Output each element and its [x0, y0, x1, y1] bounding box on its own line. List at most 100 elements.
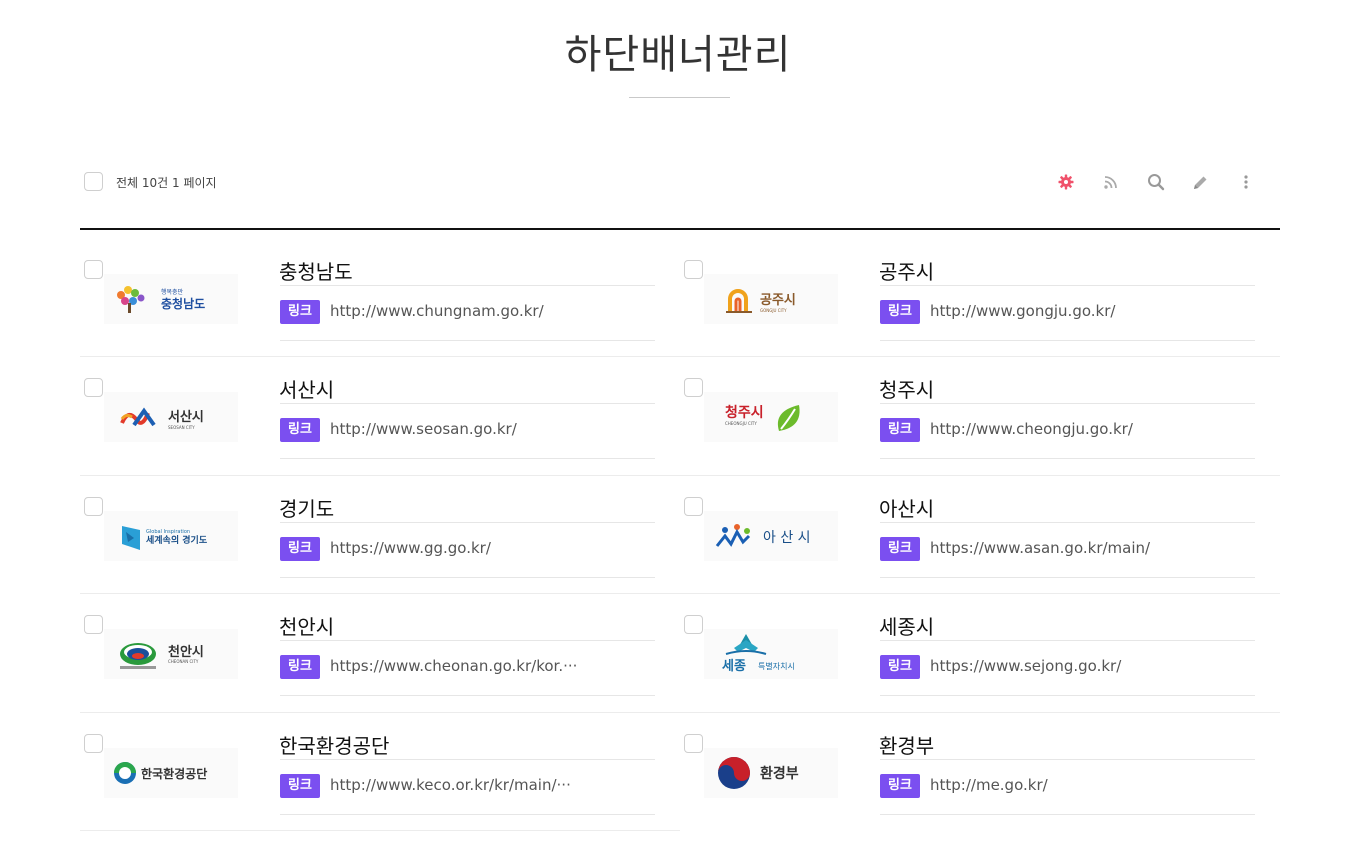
- gear-icon[interactable]: [1043, 170, 1088, 194]
- svg-text:SEOSAN CITY: SEOSAN CITY: [168, 425, 195, 430]
- flower-logo-icon: [117, 286, 145, 313]
- banner-logo[interactable]: 세종 특별자치시: [704, 629, 838, 679]
- banner-title[interactable]: 천안시: [279, 611, 334, 640]
- link-badge: 링크: [880, 418, 920, 442]
- banner-url[interactable]: https://www.cheonan.go.kr/kor.···: [330, 657, 577, 675]
- item-divider: [280, 695, 655, 696]
- banner-title[interactable]: 환경부: [879, 730, 934, 759]
- item-divider: [280, 577, 655, 578]
- svg-text:공주시: 공주시: [760, 293, 796, 308]
- title-underline: [280, 285, 655, 286]
- banner-title[interactable]: 공주시: [879, 256, 934, 285]
- taegeuk-logo-icon: [718, 757, 750, 789]
- item-checkbox[interactable]: [84, 734, 103, 753]
- banner-url[interactable]: https://www.gg.go.kr/: [330, 539, 491, 557]
- item-checkbox[interactable]: [84, 260, 103, 279]
- banner-title[interactable]: 아산시: [879, 493, 934, 522]
- svg-text:청주시: 청주시: [725, 405, 764, 421]
- banner-url[interactable]: http://me.go.kr/: [930, 776, 1048, 794]
- banner-title[interactable]: 세종시: [879, 611, 934, 640]
- item-divider: [280, 814, 655, 815]
- banner-logo[interactable]: 공주시 GONGJU CITY: [704, 274, 838, 324]
- item-checkbox[interactable]: [84, 378, 103, 397]
- link-badge: 링크: [880, 537, 920, 561]
- sejong-logo-icon: [725, 634, 767, 655]
- title-underline: [280, 759, 655, 760]
- svg-text:충청남도: 충청남도: [161, 296, 205, 311]
- item-divider: [880, 340, 1255, 341]
- item-divider: [280, 458, 655, 459]
- banner-item: 공주시 GONGJU CITY 공주시 링크 http://www.gongju…: [680, 230, 1280, 348]
- banner-item: 천안시 CHEONAN CITY 천안시 링크 https://www.cheo…: [80, 585, 680, 703]
- svg-text:환경부: 환경부: [760, 765, 799, 782]
- item-divider: [280, 340, 655, 341]
- banner-title[interactable]: 서산시: [279, 374, 334, 403]
- item-checkbox[interactable]: [684, 615, 703, 634]
- banner-title[interactable]: 한국환경공단: [279, 730, 389, 759]
- rss-icon[interactable]: [1088, 170, 1133, 194]
- banner-logo[interactable]: 환경부: [704, 748, 838, 798]
- item-divider: [880, 695, 1255, 696]
- leaf-logo-icon: [777, 405, 800, 431]
- banner-logo[interactable]: 아 산 시: [704, 511, 838, 561]
- item-checkbox[interactable]: [84, 497, 103, 516]
- row-divider: [80, 830, 680, 831]
- total-count-text: 전체 10건 1 페이지: [116, 176, 217, 190]
- banner-logo[interactable]: 행복충만 충청남도: [104, 274, 238, 324]
- item-divider: [880, 458, 1255, 459]
- banner-logo[interactable]: Global Inspiration 세계속의 경기도: [104, 511, 238, 561]
- asan-logo-icon: [715, 524, 751, 547]
- link-badge: 링크: [880, 300, 920, 324]
- svg-text:서산시: 서산시: [168, 409, 204, 425]
- banner-item: 환경부 환경부 링크 http://me.go.kr/: [680, 704, 1280, 822]
- banner-title[interactable]: 경기도: [279, 493, 334, 522]
- title-underline: [880, 403, 1255, 404]
- title-underline: [880, 640, 1255, 641]
- title-underline: [880, 522, 1255, 523]
- banner-logo[interactable]: 한국환경공단: [104, 748, 238, 798]
- search-icon[interactable]: [1133, 170, 1178, 194]
- banner-url[interactable]: http://www.keco.or.kr/kr/main/···: [330, 776, 571, 794]
- keco-logo-icon: [114, 762, 136, 784]
- page-title: 하단배너관리: [564, 32, 792, 78]
- link-badge: 링크: [880, 655, 920, 679]
- banner-title[interactable]: 청주시: [879, 374, 934, 403]
- banner-item: 세종 특별자치시 세종시 링크 https://www.sejong.go.kr…: [680, 585, 1280, 703]
- seosan-logo-icon: [120, 407, 156, 427]
- pencil-icon[interactable]: [1178, 170, 1223, 194]
- banner-logo[interactable]: 서산시 SEOSAN CITY: [104, 392, 238, 442]
- link-badge: 링크: [280, 537, 320, 561]
- svg-text:아 산 시: 아 산 시: [763, 530, 811, 546]
- svg-text:GONGJU CITY: GONGJU CITY: [760, 308, 787, 313]
- title-underline: [280, 640, 655, 641]
- banner-title[interactable]: 충청남도: [279, 256, 353, 285]
- banner-url[interactable]: http://www.seosan.go.kr/: [330, 420, 517, 438]
- banner-url[interactable]: https://www.sejong.go.kr/: [930, 657, 1121, 675]
- link-badge: 링크: [280, 655, 320, 679]
- banner-logo[interactable]: 청주시 CHEONGJU CITY: [704, 392, 838, 442]
- svg-text:CHEONGJU CITY: CHEONGJU CITY: [725, 421, 757, 426]
- toolbar-actions: [1043, 170, 1268, 194]
- item-checkbox[interactable]: [84, 615, 103, 634]
- banner-url[interactable]: https://www.asan.go.kr/main/: [930, 539, 1150, 557]
- banner-url[interactable]: http://www.chungnam.go.kr/: [330, 302, 544, 320]
- item-checkbox[interactable]: [684, 497, 703, 516]
- svg-text:Global Inspiration: Global Inspiration: [146, 529, 190, 535]
- item-checkbox[interactable]: [684, 734, 703, 753]
- banner-logo[interactable]: 천안시 CHEONAN CITY: [104, 629, 238, 679]
- banner-url[interactable]: http://www.cheongju.go.kr/: [930, 420, 1133, 438]
- title-divider: [629, 97, 730, 98]
- svg-text:특별자치시: 특별자치시: [758, 661, 795, 671]
- banner-url[interactable]: http://www.gongju.go.kr/: [930, 302, 1115, 320]
- banner-item: Global Inspiration 세계속의 경기도 경기도 링크 https…: [80, 467, 680, 585]
- banner-item: 청주시 CHEONGJU CITY 청주시 링크 http://www.cheo…: [680, 348, 1280, 466]
- item-checkbox[interactable]: [684, 378, 703, 397]
- item-checkbox[interactable]: [684, 260, 703, 279]
- svg-text:세종: 세종: [722, 659, 746, 674]
- select-all-checkbox[interactable]: [84, 172, 103, 191]
- more-vertical-icon[interactable]: [1223, 170, 1268, 194]
- link-badge: 링크: [880, 774, 920, 798]
- link-badge: 링크: [280, 300, 320, 324]
- list-toolbar: 전체 10건 1 페이지: [80, 168, 1280, 196]
- item-divider: [880, 577, 1255, 578]
